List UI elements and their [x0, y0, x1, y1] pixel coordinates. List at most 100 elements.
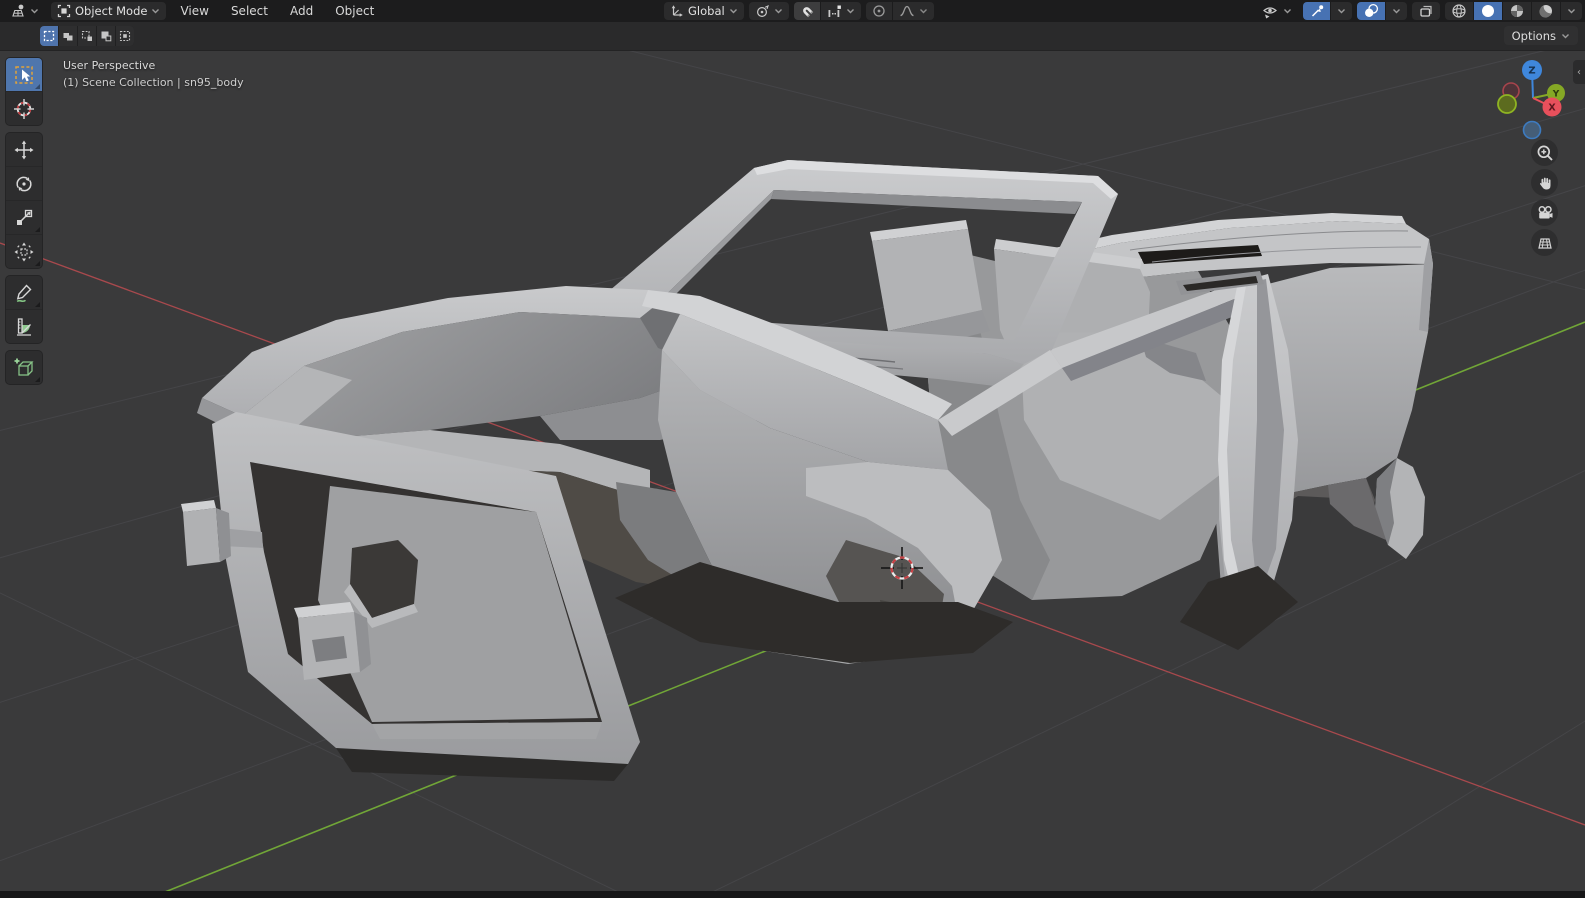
nav-camera-icon — [1536, 204, 1554, 222]
overlays-dropdown[interactable] — [1386, 2, 1407, 20]
options-label: Options — [1512, 29, 1556, 43]
select-subtract-icon — [100, 30, 112, 42]
visibility-icon — [1262, 4, 1279, 19]
tool-rotate-icon — [13, 173, 35, 195]
active-collection-label: (1) Scene Collection | sn95_body — [63, 74, 244, 91]
shading-solid-button[interactable] — [1474, 2, 1502, 20]
snap-toggle[interactable] — [794, 2, 820, 20]
shading-dropdown[interactable] — [1561, 2, 1582, 20]
object-mode-icon — [57, 4, 71, 18]
chevron-down-icon — [1392, 8, 1401, 14]
tool-measure-button[interactable] — [6, 309, 42, 343]
shading-rendered-icon — [1538, 3, 1554, 19]
tool-annotate-button[interactable] — [6, 276, 42, 309]
tool-cursor-icon — [13, 98, 35, 120]
pivot-dropdown[interactable] — [749, 2, 789, 20]
menu-view[interactable]: View — [172, 0, 216, 22]
shading-solid-icon — [1480, 3, 1496, 19]
tool-add-cube-button[interactable] — [6, 351, 42, 384]
sidebar-toggle-tab[interactable]: ‹ — [1573, 60, 1585, 84]
pan-button[interactable] — [1531, 169, 1558, 196]
tool-move-button[interactable] — [6, 133, 42, 166]
tool-measure-icon — [13, 316, 35, 338]
viewport-header: Object Mode View Select Add Object Globa… — [0, 0, 1585, 22]
view-perspective-label: User Perspective — [63, 57, 244, 74]
select-mode-new-button[interactable] — [59, 26, 77, 46]
chevron-down-icon — [30, 8, 39, 14]
editor-type-button[interactable] — [4, 2, 45, 20]
chevron-down-icon — [1283, 8, 1292, 14]
chevron-down-icon — [774, 8, 783, 14]
shading-wireframe-button[interactable] — [1445, 2, 1473, 20]
tool-transform-button[interactable] — [6, 234, 42, 268]
toolbar — [5, 57, 43, 391]
chevron-down-icon — [1561, 33, 1570, 39]
nav-pan-icon — [1536, 174, 1554, 192]
proportional-icon — [872, 4, 886, 18]
select-mode-extend-button[interactable] — [78, 26, 96, 46]
falloff-dropdown[interactable] — [893, 2, 934, 20]
chevron-down-icon — [1567, 8, 1576, 14]
overlays-toggle[interactable] — [1357, 2, 1385, 20]
select-mode-group — [40, 26, 134, 46]
chevron-down-icon — [729, 8, 738, 14]
subtool-indicator — [35, 227, 40, 232]
chevron-down-icon — [919, 8, 928, 14]
orientation-label: Global — [688, 4, 725, 18]
menu-add[interactable]: Add — [282, 0, 321, 22]
select-mode-set-button[interactable] — [40, 26, 58, 46]
chevron-down-icon — [1337, 8, 1346, 14]
camera-view-button[interactable] — [1531, 199, 1558, 226]
tool-rotate-button[interactable] — [6, 166, 42, 200]
subtool-indicator — [35, 84, 40, 89]
shading-material-icon — [1509, 3, 1525, 19]
tool-select-box-icon — [13, 64, 35, 86]
navigation-gizmo[interactable]: Z Y X — [1488, 55, 1580, 147]
shading-rendered-button[interactable] — [1532, 2, 1560, 20]
tool-scale-button[interactable] — [6, 200, 42, 234]
snap-magnet-icon — [800, 4, 814, 18]
proportional-toggle[interactable] — [866, 2, 892, 20]
tool-move-icon — [13, 139, 35, 161]
viewport-info-text: User Perspective (1) Scene Collection | … — [63, 57, 244, 91]
zoom-button[interactable] — [1531, 139, 1558, 166]
perspective-toggle-button[interactable] — [1531, 229, 1558, 256]
viewport-3d-scene[interactable] — [0, 0, 1585, 898]
subtool-indicator — [35, 261, 40, 266]
axis-label-z: Z — [1528, 66, 1535, 77]
nav-zoom-icon — [1536, 144, 1554, 162]
tool-cursor-button[interactable] — [6, 91, 42, 125]
gizmo-toggle-icon — [1309, 4, 1324, 19]
status-bar-edge — [0, 891, 1585, 898]
tool-transform-icon — [13, 241, 35, 263]
mode-dropdown[interactable]: Object Mode — [51, 2, 166, 20]
options-dropdown[interactable]: Options — [1504, 26, 1578, 45]
snap-increment-icon — [827, 4, 842, 18]
menu-select[interactable]: Select — [223, 0, 276, 22]
shading-material-button[interactable] — [1503, 2, 1531, 20]
mode-label: Object Mode — [75, 4, 147, 18]
xray-toggle[interactable] — [1412, 2, 1440, 20]
tool-scale-icon — [13, 207, 35, 229]
orientation-dropdown[interactable]: Global — [664, 2, 744, 20]
select-intersect-icon — [119, 30, 131, 42]
axis-ball-neg-y[interactable] — [1498, 95, 1516, 113]
menu-object[interactable]: Object — [327, 0, 382, 22]
overlays-icon — [1363, 3, 1379, 19]
gizmos-toggle[interactable] — [1303, 2, 1330, 20]
axis-label-x: X — [1548, 103, 1556, 114]
chevron-down-icon — [846, 8, 855, 14]
falloff-icon — [899, 4, 915, 18]
select-set-icon — [43, 30, 55, 42]
select-mode-intersect-button[interactable] — [116, 26, 134, 46]
snap-with-dropdown[interactable] — [821, 2, 861, 20]
subtool-indicator — [35, 302, 40, 307]
shading-wireframe-icon — [1451, 3, 1467, 19]
gizmos-dropdown[interactable] — [1331, 2, 1352, 20]
axis-ball-neg-z[interactable] — [1524, 122, 1541, 139]
tool-select-box-button[interactable] — [6, 58, 42, 91]
orientation-icon — [670, 4, 684, 18]
select-mode-subtract-button[interactable] — [97, 26, 115, 46]
visibility-dropdown[interactable] — [1256, 2, 1298, 20]
nav-ortho-icon — [1536, 234, 1554, 252]
